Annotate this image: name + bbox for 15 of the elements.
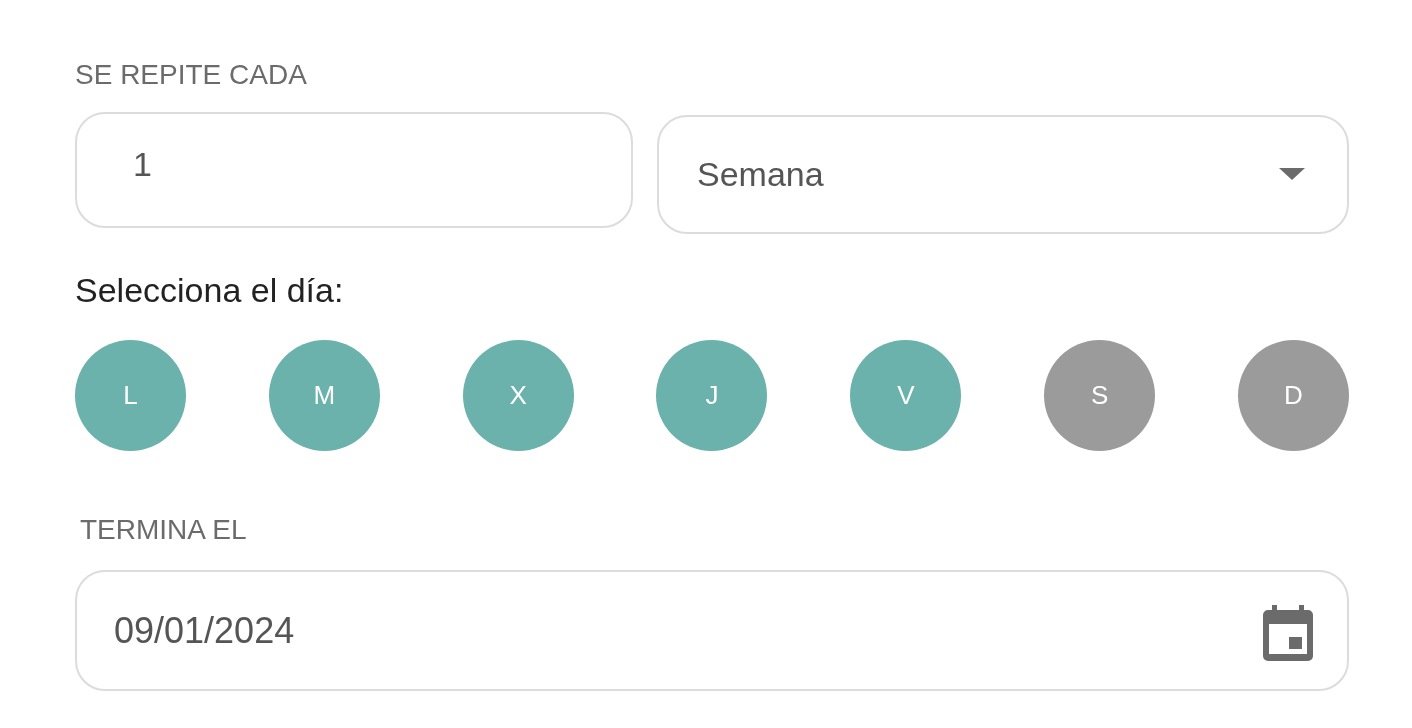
day-toggle[interactable]: J [656,340,768,451]
day-picker-label: Selecciona el día: [75,270,344,310]
calendar-icon [1263,604,1313,661]
caret-icon [1279,167,1305,180]
day-toggle[interactable]: L [75,340,186,451]
day-toggle[interactable]: X [462,340,574,451]
day-toggle[interactable]: D [1237,340,1349,451]
day-toggle[interactable]: M [268,340,380,451]
interval-field[interactable]: 1 [75,112,633,228]
day-toggle[interactable]: S [1044,340,1156,451]
repeat-label: SE REPITE CADA [75,58,307,92]
end-date-label: TERMINA EL [80,513,247,547]
date-field[interactable]: 09/01/2024 [75,570,1349,691]
day-toggle[interactable]: V [850,340,962,451]
unit-dropdown[interactable]: Semana [657,115,1349,234]
